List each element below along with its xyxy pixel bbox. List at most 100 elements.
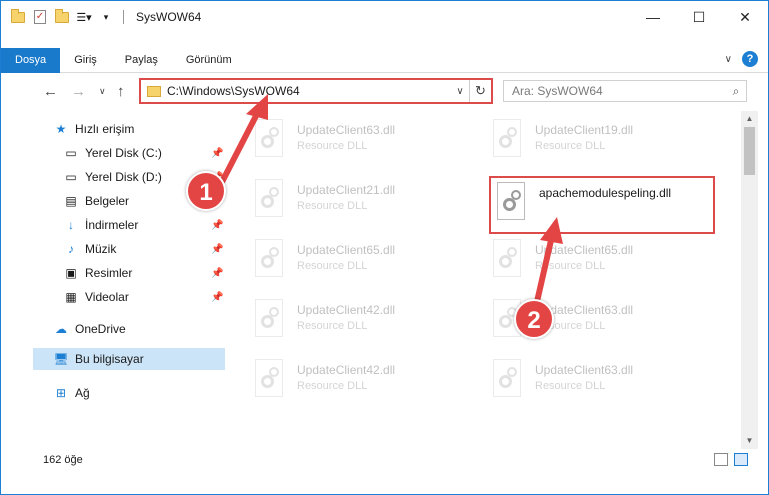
quick-access-toolbar: ✓ ☰▾ ▾	[1, 1, 126, 33]
pin-icon[interactable]: 📌	[211, 244, 223, 255]
file-name: UpdateClient65.dll	[297, 243, 396, 257]
step-badge-1: 1	[186, 171, 226, 211]
step-badge-2: 2	[514, 299, 554, 339]
pictures-icon: ▣	[65, 266, 77, 280]
tab-view[interactable]: Görünüm	[172, 48, 246, 73]
sidebar-item-quick-access[interactable]: ★ Hızlı erişim	[53, 118, 135, 140]
file-list: UpdateClient63.dll Resource DLL UpdateCli…	[231, 111, 741, 449]
pin-icon[interactable]: 📌	[211, 148, 223, 159]
file-name: UpdateClient42.dll	[297, 363, 396, 377]
tab-home[interactable]: Giriş	[60, 48, 111, 73]
sidebar-item-label: İndirmeler	[85, 218, 139, 232]
file-tile[interactable]: UpdateClient65.dll Resource DLL	[489, 237, 709, 285]
sidebar-item-disk-d[interactable]: ▭ Yerel Disk (D:)	[63, 166, 162, 188]
help-icon[interactable]: ?	[742, 51, 758, 67]
tiles-view-icon[interactable]	[734, 453, 748, 466]
star-icon: ★	[55, 122, 67, 136]
search-input[interactable]: Ara: SysWOW64 ⌕	[503, 80, 747, 102]
status-bar: 162 öğe	[1, 449, 768, 471]
file-name: apachemodulespeling.dll	[539, 186, 672, 200]
search-icon[interactable]: ⌕	[726, 84, 746, 99]
title-bar: ✓ ☰▾ ▾ SysWOW64 — ☐ ✕	[1, 1, 768, 33]
close-button[interactable]: ✕	[722, 1, 768, 33]
file-type: Resource DLL	[297, 140, 368, 152]
file-name: UpdateClient21.dll	[297, 183, 396, 197]
sidebar-item-onedrive[interactable]: ☁ OneDrive	[53, 318, 126, 340]
file-type: Resource DLL	[297, 200, 368, 212]
dll-file-icon	[251, 177, 289, 221]
minimize-button[interactable]: —	[630, 1, 676, 33]
up-arrow-icon[interactable]: ↑	[117, 83, 125, 100]
forward-arrow-icon[interactable]: →	[71, 83, 86, 100]
sidebar-item-label: Hızlı erişim	[75, 122, 135, 136]
details-view-icon[interactable]	[714, 453, 728, 466]
dll-file-icon	[251, 237, 289, 281]
sidebar-item-downloads[interactable]: ↓ İndirmeler	[63, 214, 138, 236]
tab-share[interactable]: Paylaş	[111, 48, 172, 73]
computer-icon: 🖥	[53, 352, 69, 366]
back-arrow-icon[interactable]: ←	[43, 83, 58, 100]
dll-file-icon	[251, 357, 289, 401]
window-controls: — ☐ ✕	[630, 1, 768, 33]
item-count: 162 öğe	[43, 454, 83, 466]
dll-file-icon	[251, 297, 289, 341]
file-tile[interactable]: UpdateClient65.dll Resource DLL	[251, 237, 471, 285]
sidebar-item-label: Ağ	[75, 386, 90, 400]
sidebar-item-documents[interactable]: ▤ Belgeler	[63, 190, 129, 212]
pin-icon[interactable]: 📌	[211, 220, 223, 231]
tab-file[interactable]: Dosya	[1, 47, 61, 73]
view-buttons	[714, 453, 748, 466]
scroll-up-icon[interactable]: ▲	[741, 111, 758, 127]
new-folder-icon[interactable]	[55, 8, 69, 24]
properties-icon[interactable]: ✓	[33, 10, 47, 24]
refresh-icon[interactable]: ↻	[469, 80, 491, 102]
highlighted-file-tile[interactable]: apachemodulespeling.dll	[489, 176, 715, 234]
sidebar-item-label: Yerel Disk (D:)	[85, 170, 162, 184]
file-type: Resource DLL	[535, 260, 606, 272]
drive-icon: ▭	[65, 170, 77, 184]
scroll-thumb[interactable]	[744, 127, 755, 175]
pin-icon[interactable]: 📌	[211, 292, 223, 303]
file-type: Resource DLL	[297, 380, 368, 392]
navigation-pane: ★ Hızlı erişim ▭ Yerel Disk (C:) 📌 ▭ Yer…	[1, 113, 229, 449]
scroll-down-icon[interactable]: ▼	[741, 433, 758, 449]
sidebar-item-label: OneDrive	[75, 322, 126, 336]
sidebar-item-label: Belgeler	[85, 194, 130, 208]
documents-icon: ▤	[65, 194, 77, 208]
window-title: SysWOW64	[136, 10, 202, 24]
dropdown-icon[interactable]: ▾	[99, 10, 113, 24]
file-tile[interactable]: UpdateClient63.dll Resource DLL	[489, 357, 709, 405]
maximize-button[interactable]: ☐	[676, 1, 722, 33]
dll-file-icon	[493, 180, 531, 224]
file-tile[interactable]: UpdateClient63.dll Resource DLL	[251, 117, 471, 165]
address-path[interactable]: C:\Windows\SysWOW64	[167, 84, 451, 98]
file-type: Resource DLL	[297, 260, 368, 272]
pin-icon[interactable]: 📌	[211, 268, 223, 279]
file-tile[interactable]: UpdateClient19.dll Resource DLL	[489, 117, 709, 165]
file-tile[interactable]: UpdateClient42.dll Resource DLL	[251, 357, 471, 405]
file-name: UpdateClient42.dll	[297, 303, 396, 317]
address-bar[interactable]: C:\Windows\SysWOW64 ∨ ↻	[139, 78, 493, 104]
file-tile[interactable]: UpdateClient42.dll Resource DLL	[251, 297, 471, 345]
sidebar-item-disk-c[interactable]: ▭ Yerel Disk (C:)	[63, 142, 162, 164]
sidebar-item-music[interactable]: ♪ Müzik	[63, 238, 116, 260]
expand-ribbon-icon[interactable]: ∨	[725, 54, 732, 65]
file-tile[interactable]: apachemodulespeling.dll	[493, 180, 713, 228]
customize-toolbar-icon[interactable]: ☰▾	[76, 10, 91, 24]
file-name: UpdateClient63.dll	[535, 363, 634, 377]
folder-icon	[147, 85, 161, 97]
file-name: UpdateClient19.dll	[535, 123, 634, 137]
sidebar-item-network[interactable]: ⊞ Ağ	[53, 382, 90, 404]
dll-file-icon	[489, 357, 527, 401]
drive-icon: ▭	[65, 146, 77, 160]
file-type: Resource DLL	[297, 320, 368, 332]
recent-locations-icon[interactable]: ∨	[99, 86, 106, 97]
sidebar-item-videos[interactable]: ▦ Videolar	[63, 286, 128, 308]
address-dropdown-icon[interactable]: ∨	[451, 86, 469, 97]
vertical-scrollbar[interactable]: ▲ ▼	[741, 111, 758, 449]
sidebar-item-pictures[interactable]: ▣ Resimler	[63, 262, 132, 284]
ribbon-right: ∨ ?	[725, 51, 758, 67]
sidebar-item-this-pc[interactable]: 🖥 Bu bilgisayar	[33, 348, 225, 370]
downloads-icon: ↓	[68, 218, 74, 232]
file-tile[interactable]: UpdateClient21.dll Resource DLL	[251, 177, 471, 225]
